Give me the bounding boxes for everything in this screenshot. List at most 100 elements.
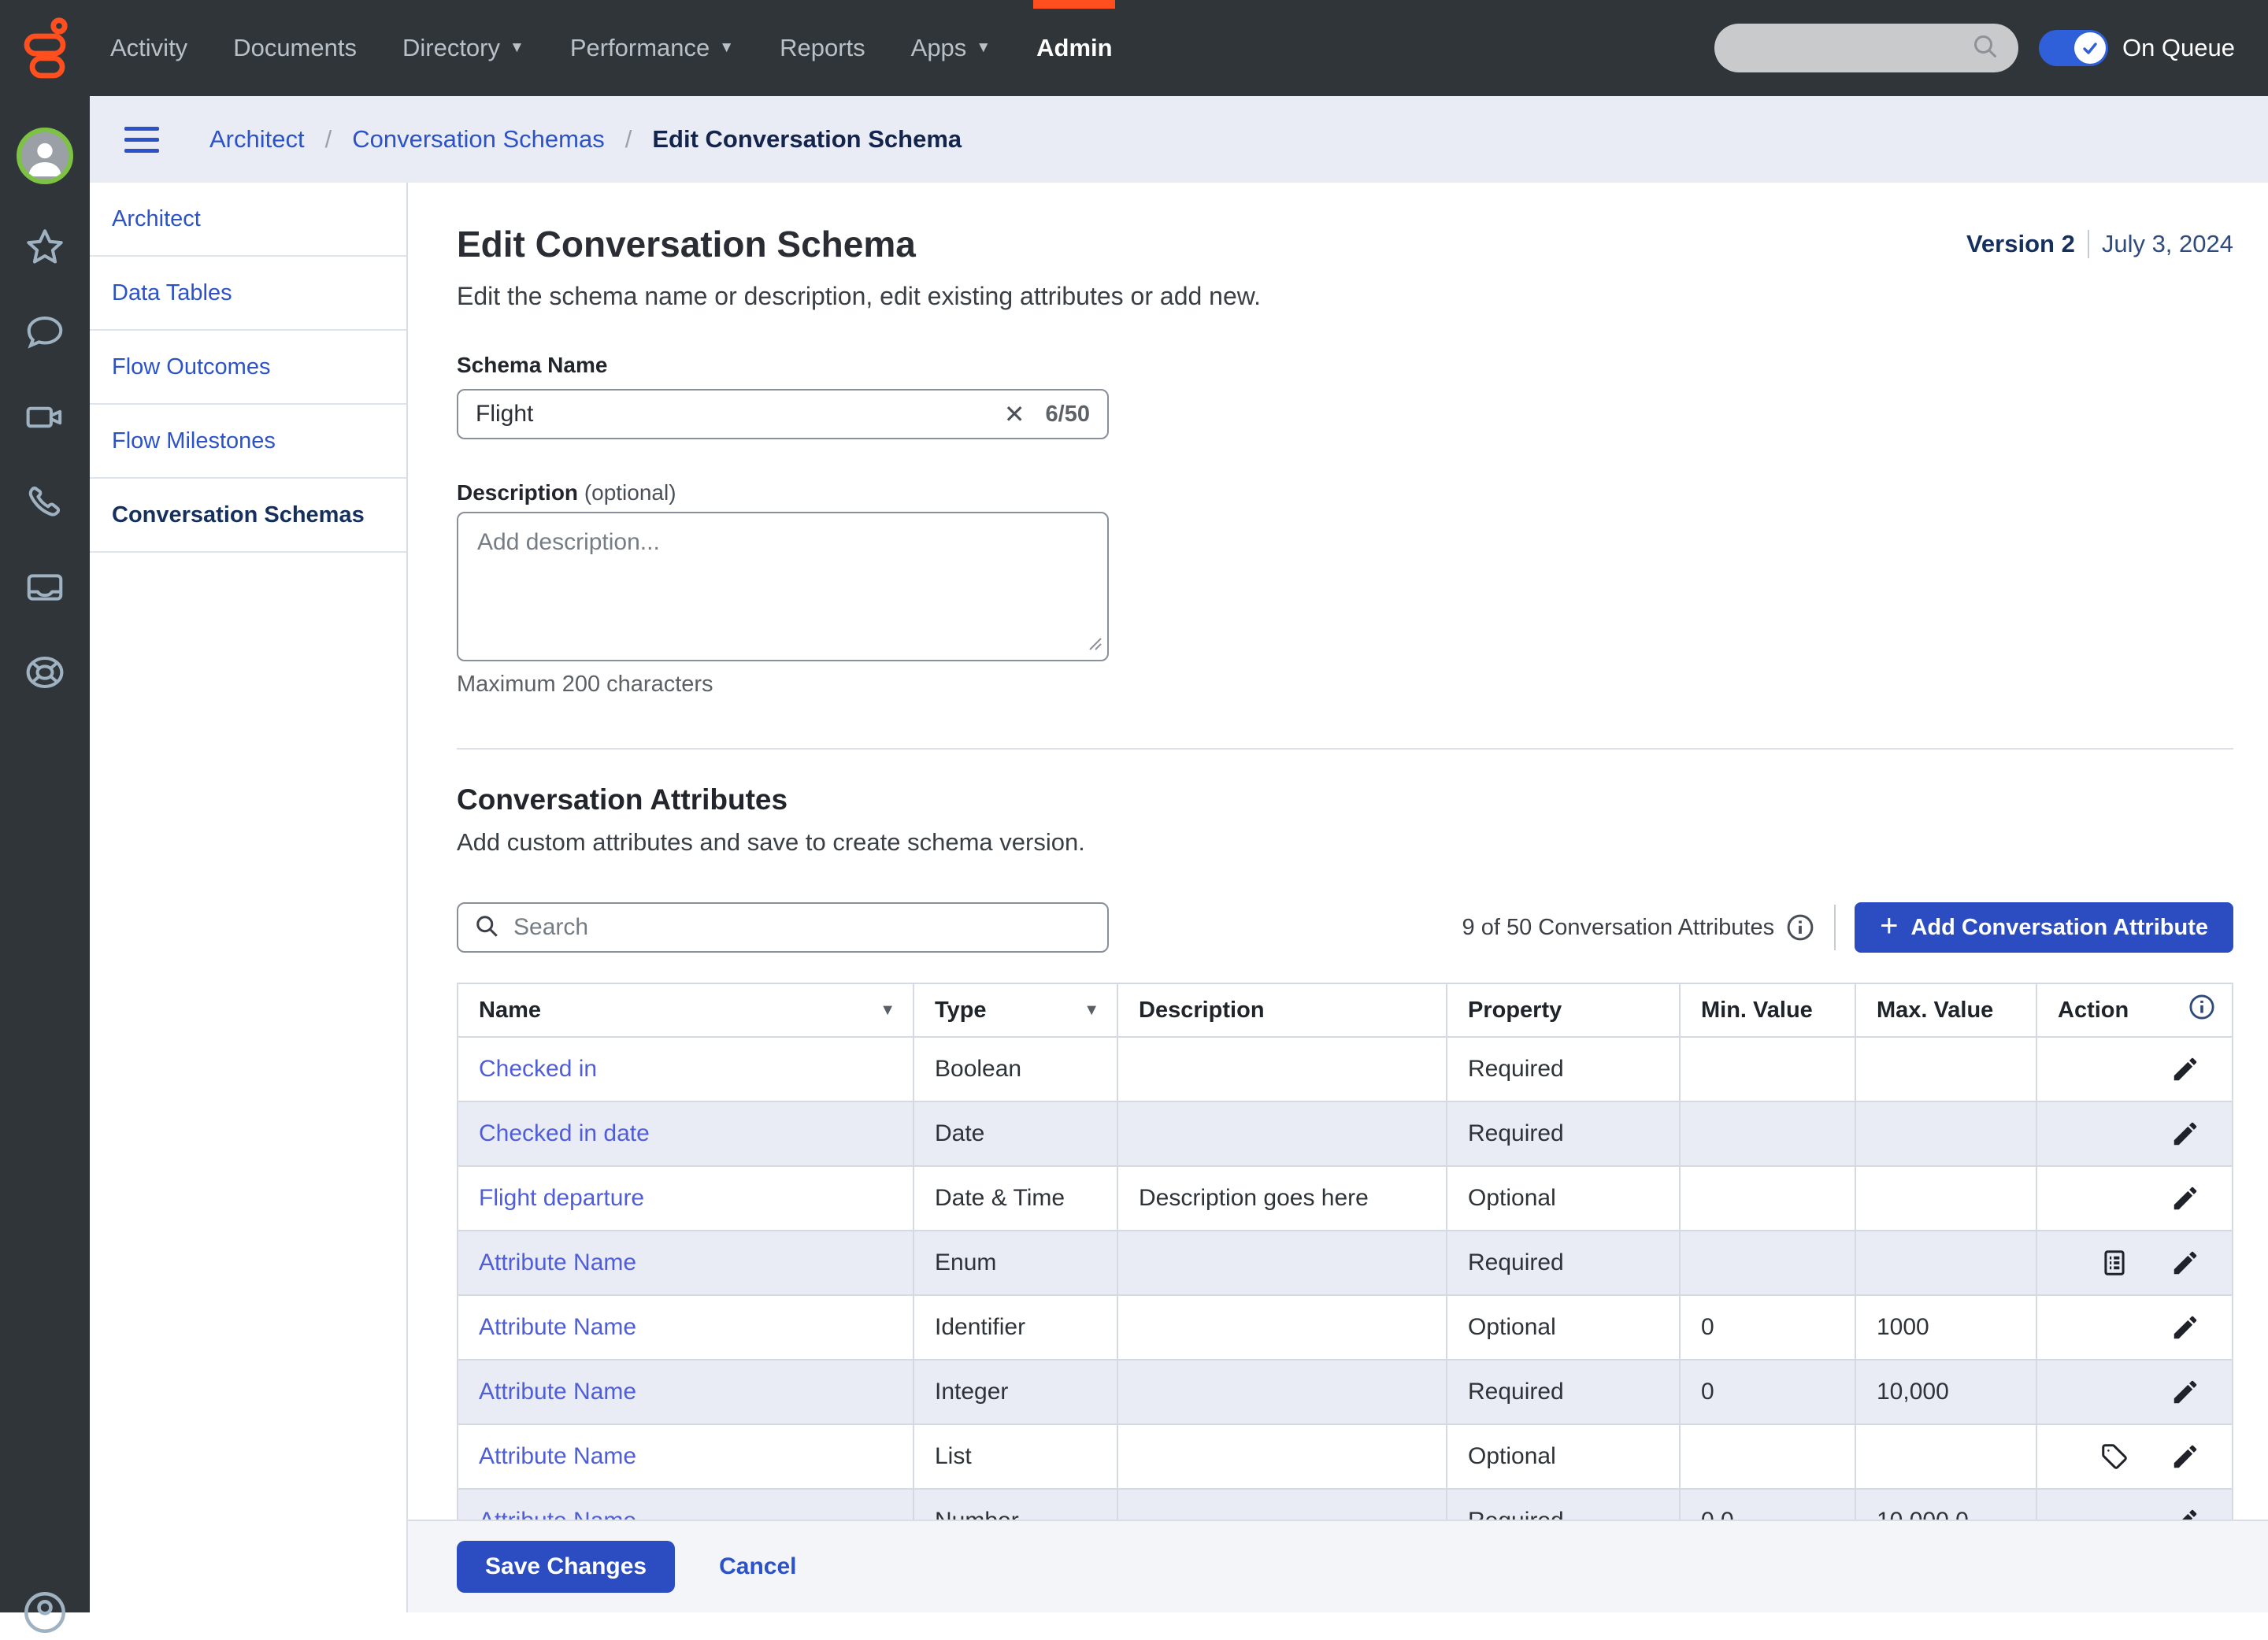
toggle-knob	[2074, 32, 2106, 64]
sidebar-item-conversation-schemas[interactable]: Conversation Schemas	[90, 479, 406, 553]
attribute-type: Date	[914, 1102, 1118, 1165]
breadcrumb-conversation-schemas[interactable]: Conversation Schemas	[352, 125, 605, 154]
version-divider	[2088, 230, 2089, 258]
attribute-max	[1856, 1425, 2037, 1488]
on-queue-toggle[interactable]	[2039, 30, 2108, 66]
description-textarea[interactable]	[457, 512, 1109, 661]
breadcrumb-separator: /	[325, 125, 332, 154]
breadcrumb-bar: Architect / Conversation Schemas / Edit …	[90, 96, 2268, 183]
attribute-name-link[interactable]: Attribute Name	[458, 1296, 914, 1359]
attribute-name-link[interactable]: Attribute Name	[458, 1231, 914, 1294]
menu-hamburger-icon[interactable]	[124, 127, 159, 153]
attribute-max	[1856, 1102, 2037, 1165]
attribute-name-link[interactable]: Attribute Name	[458, 1360, 914, 1423]
sidebar-item-architect[interactable]: Architect	[90, 183, 406, 257]
attribute-description	[1118, 1296, 1447, 1359]
help-ring-icon[interactable]	[23, 650, 67, 694]
cancel-button[interactable]: Cancel	[719, 1553, 796, 1580]
column-header-type[interactable]: Type ▼	[914, 984, 1118, 1036]
attribute-type: Date & Time	[914, 1167, 1118, 1230]
attribute-name-link[interactable]: Checked in	[458, 1038, 914, 1101]
edit-pencil-icon[interactable]	[2170, 1054, 2200, 1084]
video-icon[interactable]	[23, 395, 67, 439]
chevron-down-icon: ▼	[976, 39, 991, 57]
edit-pencil-icon[interactable]	[2170, 1183, 2200, 1213]
table-row: Attribute Name Identifier Optional 0 100…	[458, 1294, 2232, 1359]
info-icon[interactable]	[2188, 993, 2216, 1027]
info-icon[interactable]	[1785, 913, 1815, 942]
attribute-type: Enum	[914, 1231, 1118, 1294]
topbar-right-group: On Queue	[1714, 24, 2268, 72]
section-divider	[457, 748, 2233, 750]
table-row: Attribute Name List Optional	[458, 1423, 2232, 1488]
enum-values-list-icon[interactable]	[2099, 1248, 2129, 1278]
attributes-section-subtitle: Add custom attributes and save to create…	[457, 827, 2233, 858]
column-header-name[interactable]: Name ▼	[458, 984, 914, 1036]
attribute-description	[1118, 1360, 1447, 1423]
attribute-description	[1118, 1038, 1447, 1101]
chat-icon[interactable]	[23, 310, 67, 354]
edit-pencil-icon[interactable]	[2170, 1248, 2200, 1278]
attribute-min: 0	[1681, 1360, 1856, 1423]
attribute-name-link[interactable]: Checked in date	[458, 1102, 914, 1165]
voicemail-inbox-icon[interactable]	[23, 565, 67, 609]
table-header-row: Name ▼ Type ▼ Description Property Min. …	[458, 984, 2232, 1036]
attribute-min	[1681, 1425, 1856, 1488]
tag-icon[interactable]	[2099, 1442, 2129, 1472]
breadcrumb-architect[interactable]: Architect	[209, 125, 305, 154]
attribute-name-link[interactable]: Flight departure	[458, 1167, 914, 1230]
edit-pencil-icon[interactable]	[2170, 1119, 2200, 1149]
user-avatar[interactable]	[17, 128, 73, 184]
attribute-name-link[interactable]: Attribute Name	[458, 1425, 914, 1488]
column-header-action: Action	[2037, 984, 2232, 1036]
nav-reports[interactable]: Reports	[780, 0, 865, 96]
attribute-property: Required	[1447, 1102, 1681, 1165]
add-conversation-attribute-button[interactable]: + Add Conversation Attribute	[1855, 902, 2233, 953]
attribute-min	[1681, 1167, 1856, 1230]
attributes-search-input[interactable]	[513, 914, 1093, 941]
column-header-min-value: Min. Value	[1681, 984, 1856, 1036]
schema-name-label: Schema Name	[457, 353, 2233, 378]
column-header-description: Description	[1118, 984, 1447, 1036]
save-button[interactable]: Save Changes	[457, 1541, 675, 1593]
phone-icon[interactable]	[23, 480, 67, 524]
resize-grip-icon[interactable]	[1085, 634, 1102, 655]
edit-pencil-icon[interactable]	[2170, 1377, 2200, 1407]
edit-pencil-icon[interactable]	[2170, 1312, 2200, 1342]
genesys-logo[interactable]	[0, 0, 90, 96]
main-content: Edit Conversation Schema Version 2 July …	[408, 183, 2268, 1612]
attribute-property: Required	[1447, 1231, 1681, 1294]
table-body: Checked in Boolean Required Checked in d…	[458, 1036, 2232, 1553]
nav-apps[interactable]: Apps▼	[911, 0, 991, 96]
sidebar-item-data-tables[interactable]: Data Tables	[90, 257, 406, 331]
attribute-min	[1681, 1038, 1856, 1101]
attribute-max	[1856, 1038, 2037, 1101]
attribute-property: Required	[1447, 1360, 1681, 1423]
sort-caret-icon[interactable]: ▼	[880, 1001, 895, 1020]
plus-icon: +	[1880, 910, 1898, 942]
nav-admin[interactable]: Admin	[1036, 0, 1112, 96]
attribute-description	[1118, 1102, 1447, 1165]
nav-activity[interactable]: Activity	[110, 0, 187, 96]
global-search-input[interactable]	[1714, 24, 2018, 72]
nav-directory[interactable]: Directory▼	[402, 0, 524, 96]
toolbar-divider	[1834, 905, 1836, 950]
page-title: Edit Conversation Schema	[457, 224, 916, 265]
profile-partial-icon[interactable]	[21, 1589, 69, 1636]
nav-documents[interactable]: Documents	[233, 0, 357, 96]
schema-name-input[interactable]	[476, 401, 1004, 428]
primary-nav: Activity Documents Directory▼ Performanc…	[110, 0, 1113, 96]
nav-performance[interactable]: Performance▼	[570, 0, 734, 96]
table-row: Flight departure Date & Time Description…	[458, 1165, 2232, 1230]
chevron-down-icon: ▼	[719, 39, 734, 57]
clear-input-icon[interactable]: ✕	[1004, 399, 1025, 429]
favorites-star-icon[interactable]	[23, 225, 67, 269]
edit-pencil-icon[interactable]	[2170, 1442, 2200, 1472]
sort-caret-icon[interactable]: ▼	[1084, 1001, 1099, 1020]
attribute-type: List	[914, 1425, 1118, 1488]
attribute-type: Boolean	[914, 1038, 1118, 1101]
top-app-bar: Activity Documents Directory▼ Performanc…	[0, 0, 2268, 96]
attribute-description	[1118, 1425, 1447, 1488]
sidebar-item-flow-outcomes[interactable]: Flow Outcomes	[90, 331, 406, 405]
sidebar-item-flow-milestones[interactable]: Flow Milestones	[90, 405, 406, 479]
